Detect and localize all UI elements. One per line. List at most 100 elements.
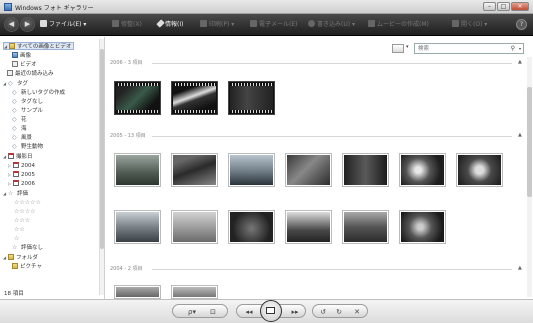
tree-tag-landscape[interactable]: ◇ 風景 <box>12 134 32 142</box>
photo-thumbnail[interactable] <box>114 153 161 187</box>
print-icon <box>200 20 207 27</box>
tree-pictures[interactable]: ピクチャ <box>12 263 42 271</box>
photo-thumbnail[interactable] <box>114 285 161 299</box>
photo-thumbnail[interactable] <box>399 153 446 187</box>
zoom-button[interactable]: ρ▾ <box>183 307 201 317</box>
tree-untagged[interactable]: ◇ タグなし <box>12 98 43 106</box>
fix-button[interactable]: 修整(X) <box>112 19 142 28</box>
tree-rating-1[interactable]: ☆ <box>14 235 19 243</box>
tree-rating[interactable]: ◢ ☆ 評価 <box>3 190 28 198</box>
fit-icon[interactable]: ⊡ <box>207 307 219 317</box>
tag-icon: ◇ <box>12 89 17 96</box>
video-thumbnail[interactable] <box>114 81 161 115</box>
photo-thumbnail[interactable] <box>171 285 218 299</box>
tree-tags[interactable]: ◢ ◇ タグ <box>3 80 28 88</box>
photo-thumbnail[interactable] <box>342 210 389 244</box>
search-box[interactable]: ⚲ ▾ <box>414 43 524 54</box>
view-options-button[interactable] <box>392 44 404 53</box>
tag-icon: ◇ <box>12 107 17 114</box>
video-thumbnail[interactable] <box>228 81 275 115</box>
tree-unrated[interactable]: ☆ 評価なし <box>12 244 43 252</box>
star-icon: ☆ <box>8 190 14 197</box>
tree-tag-wildlife[interactable]: ◇ 野生動物 <box>12 143 43 151</box>
recent-import-icon <box>7 70 13 76</box>
movie-button[interactable]: ムービーの作成(M) <box>368 19 429 28</box>
zoom-controls: ρ▾ ⊡ <box>172 304 228 318</box>
group-header-2005[interactable]: 2005 - 13 項目 ▲ <box>110 132 525 140</box>
tree-folders[interactable]: ◢ フォルダ <box>3 254 38 262</box>
thumbnail-scrollbar[interactable] <box>527 57 532 297</box>
item-count: 18 項目 <box>4 291 24 297</box>
slideshow-icon <box>266 307 275 314</box>
file-menu[interactable]: ファイル(E) ▾ <box>40 19 86 28</box>
photo-thumbnail[interactable] <box>285 153 332 187</box>
tree-year-2004[interactable]: ▷ 2004 <box>8 162 35 170</box>
tree-rating-5[interactable]: ☆☆☆☆☆ <box>14 199 41 207</box>
thumbnail-pane: ▾ ⚲ ▾ 2006 - 3 項目 ▲ 2005 - 13 項目 ▲ <box>106 37 533 299</box>
tree-year-2006[interactable]: ▷ 2006 <box>8 180 35 188</box>
rotate-right-icon[interactable]: ↻ <box>333 307 345 317</box>
tree-date-taken[interactable]: ◢ 撮影日 <box>3 153 33 161</box>
photo-thumbnail[interactable] <box>285 210 332 244</box>
tree-images[interactable]: 画像 <box>12 52 31 60</box>
photo-thumbnail[interactable] <box>228 153 275 187</box>
video-icon <box>12 61 18 67</box>
collapse-group-icon[interactable]: ▲ <box>518 59 522 65</box>
photo-thumbnail[interactable] <box>399 210 446 244</box>
search-icon[interactable]: ⚲ <box>511 45 515 52</box>
email-icon <box>250 20 257 27</box>
previous-button[interactable]: ◂◂ <box>241 307 257 317</box>
sidebar-scroll-thumb[interactable] <box>100 49 104 249</box>
group-header-2004[interactable]: 2004 - 2 項目 ▲ <box>110 265 525 273</box>
tree-recent-import[interactable]: 最近の読み込み <box>7 70 54 78</box>
burn-menu[interactable]: 書き込み(U) ▾ <box>308 19 355 28</box>
window-controls: – □ ✕ <box>483 2 529 11</box>
next-button[interactable]: ▸▸ <box>287 307 303 317</box>
tree-new-tag[interactable]: ◇ 新しいタグの作成 <box>12 89 65 97</box>
tree-tag-sea[interactable]: ◇ 海 <box>12 125 27 133</box>
tree-rating-2[interactable]: ☆☆ <box>14 226 25 234</box>
minimize-button[interactable]: – <box>483 2 496 11</box>
chevron-down-icon[interactable]: ▾ <box>519 46 521 51</box>
tree-all-photos-videos[interactable]: ◢ すべての画像とビデオ <box>3 42 75 50</box>
photo-thumbnail[interactable] <box>228 210 275 244</box>
control-bar: ρ▾ ⊡ ◂◂ ▸▸ ↺ ↻ ✕ <box>0 299 533 323</box>
thumbnail-scroll-thumb[interactable] <box>527 87 532 197</box>
main-toolbar: ◀ ▶ ファイル(E) ▾ 修整(X) 情報(I) 印刷(P) ▾ 電子メール(… <box>0 14 533 36</box>
help-icon[interactable]: ? <box>516 19 527 30</box>
file-icon <box>40 20 47 27</box>
tree-tag-flower[interactable]: ◇ 花 <box>12 116 27 124</box>
collapse-group-icon[interactable]: ▲ <box>518 132 522 138</box>
collapse-group-icon[interactable]: ▲ <box>518 265 522 271</box>
search-input[interactable] <box>418 45 508 53</box>
sidebar-scrollbar[interactable] <box>99 39 104 295</box>
print-menu[interactable]: 印刷(P) ▾ <box>200 19 234 28</box>
divider <box>152 63 512 64</box>
tree-rating-4[interactable]: ☆☆☆☆ <box>14 208 36 216</box>
maximize-button[interactable]: □ <box>497 2 510 11</box>
photo-thumbnail[interactable] <box>171 153 218 187</box>
photo-thumbnail[interactable] <box>171 210 218 244</box>
delete-icon[interactable]: ✕ <box>351 307 363 317</box>
slideshow-button[interactable] <box>260 300 282 322</box>
tree-tag-sample[interactable]: ◇ サンプル <box>12 107 43 115</box>
group-header-2006[interactable]: 2006 - 3 項目 ▲ <box>110 59 525 67</box>
app-icon <box>4 3 12 11</box>
photo-thumbnail[interactable] <box>342 153 389 187</box>
photo-thumbnail[interactable] <box>114 210 161 244</box>
rotate-left-icon[interactable]: ↺ <box>317 307 329 317</box>
forward-button[interactable]: ▶ <box>20 17 35 32</box>
window-title: Windows フォト ギャラリー <box>15 5 94 12</box>
tree-rating-3[interactable]: ☆☆☆ <box>14 217 30 225</box>
email-button[interactable]: 電子メール(E) <box>250 19 297 28</box>
photo-thumbnail[interactable] <box>456 153 503 187</box>
fix-icon <box>112 20 119 27</box>
tree-year-2005[interactable]: ▷ 2005 <box>8 171 35 179</box>
chevron-down-icon[interactable]: ▾ <box>406 44 409 50</box>
info-button[interactable]: 情報(I) <box>156 19 183 28</box>
back-button[interactable]: ◀ <box>4 17 19 32</box>
video-thumbnail[interactable] <box>171 81 218 115</box>
tree-videos[interactable]: ビデオ <box>12 61 37 69</box>
open-menu[interactable]: 開く(O) ▾ <box>452 19 487 28</box>
close-button[interactable]: ✕ <box>511 2 529 11</box>
